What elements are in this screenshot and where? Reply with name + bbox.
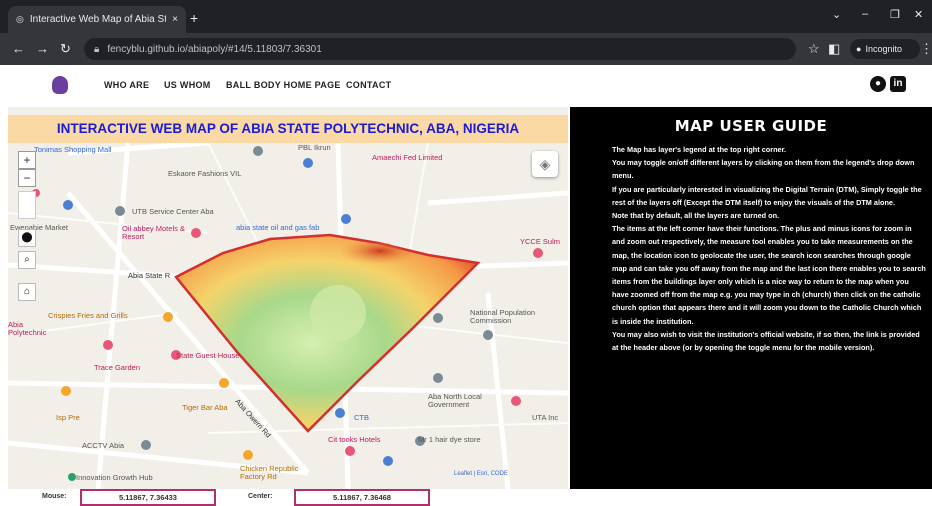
guide-paragraph: You may also wish to visit the instituti… xyxy=(612,329,920,353)
nav-link-contact[interactable]: CONTACT xyxy=(346,80,391,90)
building-search-icon[interactable]: ⌂ xyxy=(18,283,36,301)
guide-paragraph: Note that by default, all the layers are… xyxy=(612,211,780,221)
map-attribution[interactable]: Leaflet | Esri, CODE xyxy=(454,471,508,477)
map-label-abia-oil: abia state oil and gas fab xyxy=(236,223,320,232)
map-label-abia-left: Abia Polytechnic xyxy=(8,320,47,337)
browser-address-bar: ← → ↻ 🔒︎ fencyblu.github.io/abiapoly/#14… xyxy=(0,33,932,65)
map-label-shopping: Tonimas Shopping Mall xyxy=(34,145,112,154)
measure-tool-button[interactable] xyxy=(18,191,36,219)
nav-link-3[interactable]: BALL BODY HOME PAGE xyxy=(226,80,341,90)
guide-paragraph: The Map has layer's legend at the top ri… xyxy=(612,145,787,154)
map-label-hotel: Cit tooks Hotels xyxy=(328,435,381,444)
map-label-innovation: Innovation Growth Hub xyxy=(76,473,153,482)
minimize-icon[interactable]: – xyxy=(862,8,868,20)
map-label-store: Mr 1 hair dye store xyxy=(418,435,481,444)
nav-link-2[interactable]: US WHOM xyxy=(164,80,211,90)
dtm-low-area xyxy=(310,285,366,341)
sidebar-icon[interactable]: ◧ xyxy=(828,41,840,57)
mouse-coord-label: Mouse: xyxy=(42,493,67,500)
incognito-badge[interactable]: ● Incognito xyxy=(850,39,920,59)
map-label-local-govt: Aba North Local Government xyxy=(428,392,482,409)
guide-paragraph: The items at the left corner have their … xyxy=(612,224,926,326)
guide-paragraph: If you are particularly interested in vi… xyxy=(612,184,922,207)
browser-tab[interactable]: ◎ Interactive Web Map of Abia St × xyxy=(8,6,186,33)
lock-icon: 🔒︎ xyxy=(94,43,100,55)
reload-icon[interactable]: ↻ xyxy=(60,41,71,57)
url-input[interactable]: 🔒︎ fencyblu.github.io/abiapoly/#14/5.118… xyxy=(84,38,796,60)
center-coord-value: 5.11867, 7.36468 xyxy=(294,489,430,506)
map-label-amaechi: Amaechi Fed Limited xyxy=(372,153,443,162)
linkedin-icon[interactable]: in xyxy=(890,76,906,92)
map-label-national: National Population Commission xyxy=(470,308,536,325)
zoom-in-button[interactable]: + xyxy=(18,151,36,169)
locate-icon[interactable]: ⬤ xyxy=(18,229,36,247)
center-coord-label: Center: xyxy=(248,493,273,500)
guide-text: The Map has layer's legend at the top ri… xyxy=(612,143,926,354)
guide-paragraph: You may toggle on/off different layers b… xyxy=(612,158,915,181)
map-label-ycce: YCCE Sulm xyxy=(520,237,561,246)
tab-title: Interactive Web Map of Abia St xyxy=(29,14,167,25)
site-logo[interactable] xyxy=(52,76,68,94)
tab-favicon-icon: ◎ xyxy=(16,14,24,24)
guide-title: MAP USER GUIDE xyxy=(674,117,828,135)
new-tab-button[interactable]: + xyxy=(190,10,198,26)
tab-search-icon[interactable]: ⌄ xyxy=(832,8,841,21)
map-title: INTERACTIVE WEB MAP OF ABIA STATE POLYTE… xyxy=(8,115,568,143)
map-label-fashion: Eskaore Fashions VIL xyxy=(168,169,242,178)
map-label-chicken: Chicken Republic Factory Rd xyxy=(240,464,299,481)
tab-close-icon[interactable]: × xyxy=(172,14,178,25)
map-label-pbl: PBL Ikrun xyxy=(298,143,331,152)
github-icon[interactable]: ● xyxy=(870,76,886,92)
map-label-ctb: CTB xyxy=(354,413,369,422)
search-icon[interactable]: ⌕ xyxy=(18,251,36,269)
map-label-utb: UTB Service Center Aba xyxy=(132,207,214,216)
forward-icon[interactable]: → xyxy=(36,41,49,56)
map-panel[interactable]: INTERACTIVE WEB MAP OF ABIA STATE POLYTE… xyxy=(8,107,568,489)
bookmark-star-icon[interactable]: ☆ xyxy=(808,41,820,57)
map-label-guest: State Guest House xyxy=(176,351,240,360)
map-label-trace: Trace Garden xyxy=(94,363,140,372)
layers-control-icon[interactable]: ◈ xyxy=(532,151,558,177)
map-label-uta: UTA Inc xyxy=(532,413,559,422)
map-label-tiger: Tiger Bar Aba xyxy=(182,403,228,412)
maximize-icon[interactable]: ❐ xyxy=(890,8,900,21)
mouse-coord-value: 5.11867, 7.36433 xyxy=(80,489,216,506)
map-label-abia-rd: Abia State R xyxy=(128,271,171,280)
url-text: fencyblu.github.io/abiapoly/#14/5.11803/… xyxy=(107,43,322,55)
close-window-icon[interactable]: ✕ xyxy=(914,8,923,21)
map-label-isp: Isp Pre xyxy=(56,413,80,422)
map-label-grill: Crispies Fries and Grills xyxy=(48,311,128,320)
back-icon[interactable]: ← xyxy=(12,41,25,56)
nav-link-1[interactable]: WHO ARE xyxy=(104,80,149,90)
map-label-acctv: ACCTV Abia xyxy=(82,441,125,450)
map-user-guide-panel: MAP USER GUIDE The Map has layer's legen… xyxy=(570,107,932,489)
incognito-label: Incognito xyxy=(865,44,902,54)
coordinates-bar: Mouse: 5.11867, 7.36433 Center: 5.11867,… xyxy=(0,489,932,506)
menu-icon[interactable]: ⋮ xyxy=(920,41,932,57)
zoom-out-button[interactable]: − xyxy=(18,169,36,187)
browser-tab-bar: ◎ Interactive Web Map of Abia St × + ⌄ –… xyxy=(0,0,932,33)
map-label-oilabbey: Oil abbey Motels & Resort xyxy=(122,224,185,241)
site-header: WHO ARE US WHOM BALL BODY HOME PAGE CONT… xyxy=(0,65,932,107)
incognito-icon: ● xyxy=(856,44,862,54)
